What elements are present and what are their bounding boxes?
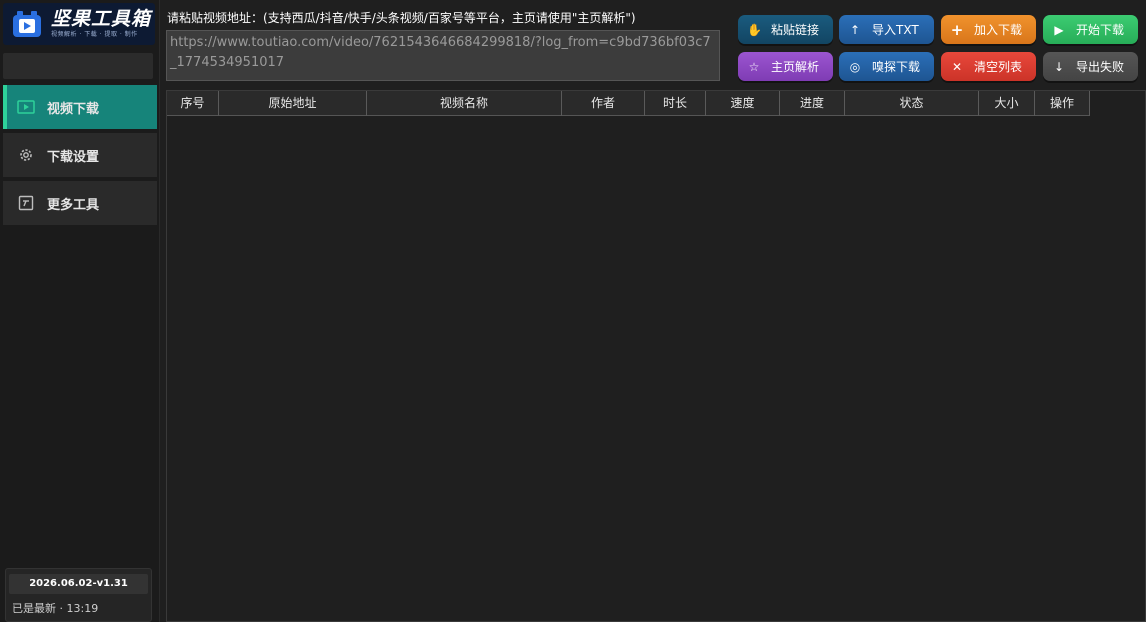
column-header-speed[interactable]: 速度 [706, 91, 780, 116]
version-panel: 2026.06.02-v1.31 已是最新 · 13:19 [5, 568, 152, 622]
hand-icon: ✋ [747, 22, 762, 37]
column-header-status[interactable]: 状态 [845, 91, 979, 116]
export-failed-button[interactable]: ↓ 导出失败 [1043, 52, 1138, 81]
sidebar-search-bar[interactable] [3, 53, 153, 79]
sidebar-item-label: 视频下载 [47, 101, 100, 117]
app-logo: 坚果工具箱 视频解析 · 下载 · 提取 · 制作 [3, 3, 155, 45]
add-download-button[interactable]: + 加入下载 [941, 15, 1036, 44]
gear-icon [17, 146, 35, 164]
sidebar-nav: 视频下载 下载设置 更多工具 [3, 85, 157, 229]
import-txt-button[interactable]: ↑ 导入TXT [839, 15, 934, 44]
arrow-up-icon: ↑ [849, 22, 861, 37]
column-header-duration[interactable]: 时长 [645, 91, 706, 116]
download-table[interactable]: 序号 原始地址 视频名称 作者 时长 速度 进度 状态 大小 操作 [166, 90, 1146, 622]
sidebar-item-more-tools[interactable]: 更多工具 [3, 181, 157, 225]
table-header: 序号 原始地址 视频名称 作者 时长 速度 进度 状态 大小 操作 [167, 91, 1090, 116]
arrow-down-icon: ↓ [1053, 59, 1065, 74]
sidebar-item-label: 下载设置 [47, 149, 100, 165]
sidebar: 坚果工具箱 视频解析 · 下载 · 提取 · 制作 视频下载 下载设置 更多工具… [0, 0, 160, 622]
version-text: 2026.06.02-v1.31 [9, 574, 148, 594]
column-header-video-name[interactable]: 视频名称 [367, 91, 562, 116]
edit-box-icon [17, 194, 35, 212]
sniff-download-button[interactable]: ◎ 嗅探下载 [839, 52, 934, 81]
url-prompt-label: 请粘贴视频地址：(支持西瓜/抖音/快手/头条视频/百家号等平台，主页请使用"主页… [167, 11, 636, 25]
plus-icon: + [950, 20, 964, 39]
close-icon: ✕ [951, 59, 963, 74]
logo-title: 坚果工具箱 [51, 8, 152, 30]
logo-icon [9, 6, 45, 42]
play-icon: ▶ [1054, 22, 1064, 37]
column-header-progress[interactable]: 进度 [780, 91, 845, 116]
logo-subtitle: 视频解析 · 下载 · 提取 · 制作 [51, 31, 138, 38]
paste-link-button[interactable]: ✋ 粘贴链接 [738, 15, 833, 44]
column-header-index[interactable]: 序号 [167, 91, 219, 116]
column-header-actions[interactable]: 操作 [1035, 91, 1090, 116]
column-header-size[interactable]: 大小 [979, 91, 1035, 116]
url-input[interactable] [166, 30, 720, 81]
column-header-author[interactable]: 作者 [562, 91, 645, 116]
homepage-parse-button[interactable]: ☆ 主页解析 [738, 52, 833, 81]
target-icon: ◎ [849, 59, 861, 74]
star-icon: ☆ [748, 59, 760, 74]
sidebar-item-download-settings[interactable]: 下载设置 [3, 133, 157, 177]
update-status: 已是最新 · 13:19 [12, 602, 99, 615]
sidebar-item-label: 更多工具 [47, 197, 100, 213]
video-play-icon [17, 98, 35, 116]
column-header-source-url[interactable]: 原始地址 [219, 91, 367, 116]
start-download-button[interactable]: ▶ 开始下载 [1043, 15, 1138, 44]
clear-list-button[interactable]: ✕ 清空列表 [941, 52, 1036, 81]
sidebar-item-video-download[interactable]: 视频下载 [3, 85, 157, 129]
